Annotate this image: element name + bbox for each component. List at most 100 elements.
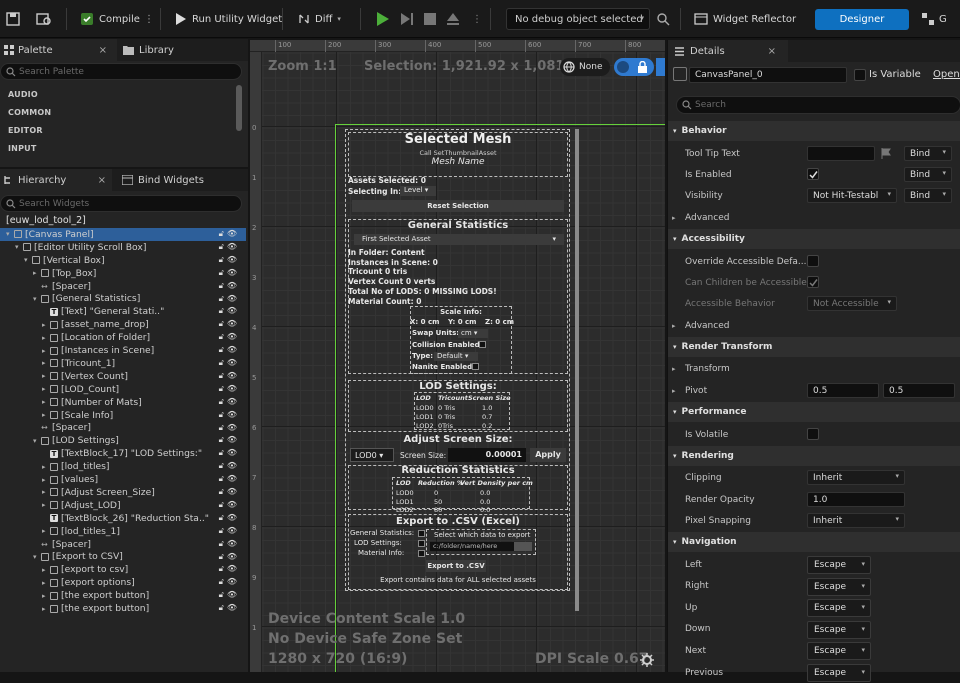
eject-button[interactable] — [446, 8, 460, 30]
chevron-down-icon[interactable]: ▾ — [6, 230, 14, 238]
chevron-down-icon[interactable]: ▾ — [33, 295, 41, 303]
nanite-checkbox[interactable] — [472, 363, 479, 370]
lock-icon[interactable]: 🔓︎ — [219, 435, 227, 444]
eye-icon[interactable]: 👁︎ — [227, 229, 240, 238]
palette-category[interactable]: AUDIO — [0, 86, 248, 104]
eye-icon[interactable]: 👁︎ — [227, 552, 240, 561]
lock-visibility-icons[interactable]: 🔓︎👁︎ — [219, 319, 240, 329]
lock-visibility-icons[interactable]: 🔓︎👁︎ — [219, 577, 240, 587]
visibility-dropdown[interactable]: Not Hit-Testabl ▾ — [807, 188, 897, 203]
chevron-right-icon[interactable]: ▸ — [42, 385, 50, 393]
lock-visibility-icons[interactable]: 🔓︎👁︎ — [219, 358, 240, 368]
hierarchy-item[interactable]: ↔ [Spacer] 🔓︎👁︎ — [0, 422, 246, 435]
stop-button[interactable] — [424, 8, 436, 30]
lock-visibility-icons[interactable]: 🔓︎👁︎ — [219, 294, 240, 304]
eye-icon[interactable]: 👁︎ — [227, 603, 240, 612]
export-option-checkbox[interactable] — [418, 540, 425, 547]
eye-icon[interactable]: 👁︎ — [227, 306, 240, 315]
lock-visibility-icons[interactable]: 🔓︎👁︎ — [219, 603, 240, 613]
chevron-right-icon[interactable]: ▸ — [42, 359, 50, 367]
palette-search-input[interactable]: Search Palette — [0, 63, 242, 80]
lock-icon[interactable]: 🔓︎ — [219, 448, 227, 457]
export-option-checkbox[interactable] — [418, 550, 425, 557]
hierarchy-item[interactable]: ▸ [the export button] 🔓︎👁︎ — [0, 589, 246, 602]
eye-icon[interactable]: 👁︎ — [227, 474, 240, 483]
clipping-dropdown[interactable]: Inherit ▾ — [807, 470, 905, 485]
lock-icon[interactable]: 🔓︎ — [219, 552, 227, 561]
eye-icon[interactable]: 👁︎ — [227, 384, 240, 393]
tab-palette[interactable]: Palette × — [0, 39, 117, 61]
eye-icon[interactable]: 👁︎ — [227, 500, 240, 509]
eye-icon[interactable]: 👁︎ — [227, 435, 240, 444]
palette-category[interactable]: COMMON — [0, 104, 248, 122]
lock-visibility-icons[interactable]: 🔓︎👁︎ — [219, 345, 240, 355]
lock-icon[interactable]: 🔓︎ — [219, 281, 227, 290]
lock-icon[interactable]: 🔓︎ — [219, 306, 227, 315]
hierarchy-item[interactable]: ▸ [Adjust Screen_Size] 🔓︎👁︎ — [0, 486, 246, 499]
debug-find-icon[interactable] — [656, 8, 670, 30]
export-option-checkbox[interactable] — [418, 530, 425, 537]
hierarchy-item[interactable]: ▾ [Export to CSV] 🔓︎👁︎ — [0, 551, 246, 564]
hierarchy-item[interactable]: ▸ [the export button] 🔓︎👁︎ — [0, 602, 246, 615]
lock-visibility-icons[interactable]: 🔓︎👁︎ — [219, 461, 240, 471]
chevron-down-icon[interactable]: ▾ — [15, 243, 23, 251]
is-volatile-checkbox[interactable] — [807, 428, 819, 440]
lock-toggle[interactable] — [614, 58, 654, 76]
hierarchy-item[interactable]: ▸ [Instances in Scene] 🔓︎👁︎ — [0, 344, 246, 357]
section-rendering[interactable]: ▾ Rendering — [668, 446, 960, 466]
lock-visibility-icons[interactable]: 🔓︎👁︎ — [219, 371, 240, 381]
visibility-bind-button[interactable]: Bind ▾ — [904, 188, 952, 203]
eye-icon[interactable]: 👁︎ — [227, 255, 240, 264]
tab-details[interactable]: Details × — [668, 40, 788, 62]
first-asset-dropdown[interactable]: First Selected Asset ▾ — [354, 234, 564, 245]
hierarchy-item[interactable]: ▾ [LOD Settings] 🔓︎👁︎ — [0, 434, 246, 447]
lock-icon[interactable]: 🔓︎ — [219, 358, 227, 367]
lock-icon[interactable]: 🔓︎ — [219, 268, 227, 277]
behavior-advanced-row[interactable]: ▸ Advanced — [668, 207, 960, 228]
eye-icon[interactable]: 👁︎ — [227, 590, 240, 599]
lock-icon[interactable]: 🔓︎ — [219, 229, 227, 238]
eye-icon[interactable]: 👁︎ — [227, 332, 240, 341]
designer-canvas[interactable]: 100 200 300 400 500 600 700 800 01234567891 Zoo… — [250, 40, 665, 672]
close-icon[interactable]: × — [99, 45, 107, 56]
lock-visibility-icons[interactable]: 🔓︎👁︎ — [219, 448, 240, 458]
debug-object-select[interactable]: No debug object selected ▾ — [506, 8, 650, 30]
hierarchy-item[interactable]: ▾ [General Statistics] 🔓︎👁︎ — [0, 293, 246, 306]
chevron-right-icon[interactable]: ▸ — [42, 579, 50, 587]
play-button[interactable] — [376, 8, 390, 30]
is-variable-checkbox[interactable] — [854, 69, 866, 81]
chevron-down-icon[interactable]: ▾ — [24, 256, 32, 264]
widget-reflector-button[interactable]: Widget Reflector — [694, 8, 796, 30]
navigation-rule-dropdown[interactable]: Escape ▾ — [807, 664, 871, 682]
lock-visibility-icons[interactable]: 🔓︎👁︎ — [219, 423, 240, 433]
navigation-rule-dropdown[interactable]: Escape ▾ — [807, 599, 871, 618]
chevron-right-icon[interactable]: ▸ — [42, 501, 50, 509]
chevron-right-icon[interactable]: ▸ — [42, 476, 50, 484]
hierarchy-item[interactable]: T [TextBlock_17] "LOD Settings:" 🔓︎👁︎ — [0, 447, 246, 460]
lock-visibility-icons[interactable]: 🔓︎👁︎ — [219, 255, 240, 265]
step-button[interactable] — [400, 8, 414, 30]
lock-visibility-icons[interactable]: 🔓︎👁︎ — [219, 474, 240, 484]
lock-icon[interactable]: 🔓︎ — [219, 319, 227, 328]
hierarchy-item[interactable]: ▸ [Tricount_1] 🔓︎👁︎ — [0, 357, 246, 370]
navigation-rule-dropdown[interactable]: Escape ▾ — [807, 642, 871, 661]
lock-icon[interactable]: 🔓︎ — [219, 487, 227, 496]
chevron-right-icon[interactable]: ▸ — [42, 411, 50, 419]
tooltip-bind-button[interactable]: Bind ▾ — [904, 146, 952, 161]
lock-icon[interactable]: 🔓︎ — [219, 461, 227, 470]
adjust-lod-dropdown[interactable]: LOD0 ▾ — [350, 448, 394, 462]
hierarchy-item[interactable]: ▸ [lod_titles] 🔓︎👁︎ — [0, 460, 246, 473]
lock-visibility-icons[interactable]: 🔓︎👁︎ — [219, 410, 240, 420]
lock-icon[interactable]: 🔓︎ — [219, 526, 227, 535]
chevron-right-icon[interactable]: ▸ — [42, 488, 50, 496]
lock-icon[interactable]: 🔓︎ — [219, 371, 227, 380]
lock-icon[interactable]: 🔓︎ — [219, 384, 227, 393]
widget-scrollbar[interactable] — [575, 129, 579, 611]
tab-hierarchy[interactable]: Hierarchy × — [0, 169, 112, 191]
lock-icon[interactable]: 🔓︎ — [219, 500, 227, 509]
selecting-in-dropdown[interactable]: Level ▾ — [400, 186, 436, 196]
eye-icon[interactable]: 👁︎ — [227, 397, 240, 406]
eye-icon[interactable]: 👁︎ — [227, 294, 240, 303]
section-navigation[interactable]: ▾ Navigation — [668, 532, 960, 552]
section-accessibility[interactable]: ▾ Accessibility — [668, 229, 960, 249]
